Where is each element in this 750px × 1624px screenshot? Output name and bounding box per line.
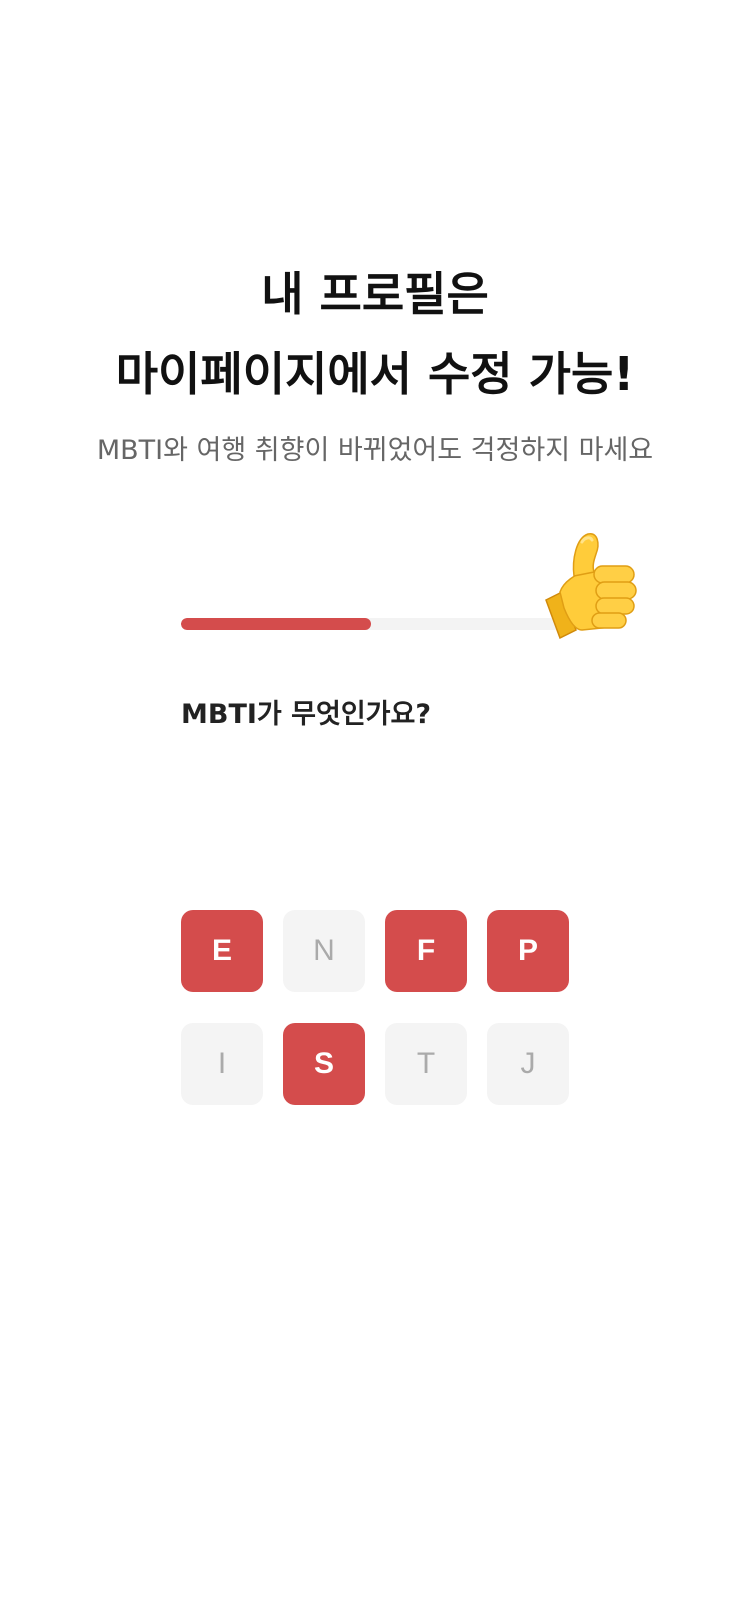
mbti-button-n[interactable]: N (283, 910, 365, 992)
thumbs-up-icon (545, 533, 637, 640)
mbti-button-j[interactable]: J (487, 1023, 569, 1105)
mbti-button-i[interactable]: I (181, 1023, 263, 1105)
mbti-button-s[interactable]: S (283, 1023, 365, 1105)
page-title-line1: 내 프로필은 (261, 267, 489, 321)
mbti-button-t[interactable]: T (385, 1023, 467, 1105)
progress-bar-fill (181, 618, 372, 630)
mbti-button-p[interactable]: P (487, 910, 569, 992)
mbti-selector: E N F P I S T J (181, 910, 571, 1105)
mbti-button-f[interactable]: F (385, 910, 467, 992)
page-subtitle: MBTI와 여행 취향이 바뀌었어도 걱정하지 마세요 (96, 435, 654, 466)
progress-bar (181, 618, 569, 630)
page-title-line2: 마이페이지에서 수정 가능! (115, 347, 635, 401)
mbti-question: MBTI가 무엇인가요? (181, 699, 432, 730)
mbti-button-e[interactable]: E (181, 910, 263, 992)
